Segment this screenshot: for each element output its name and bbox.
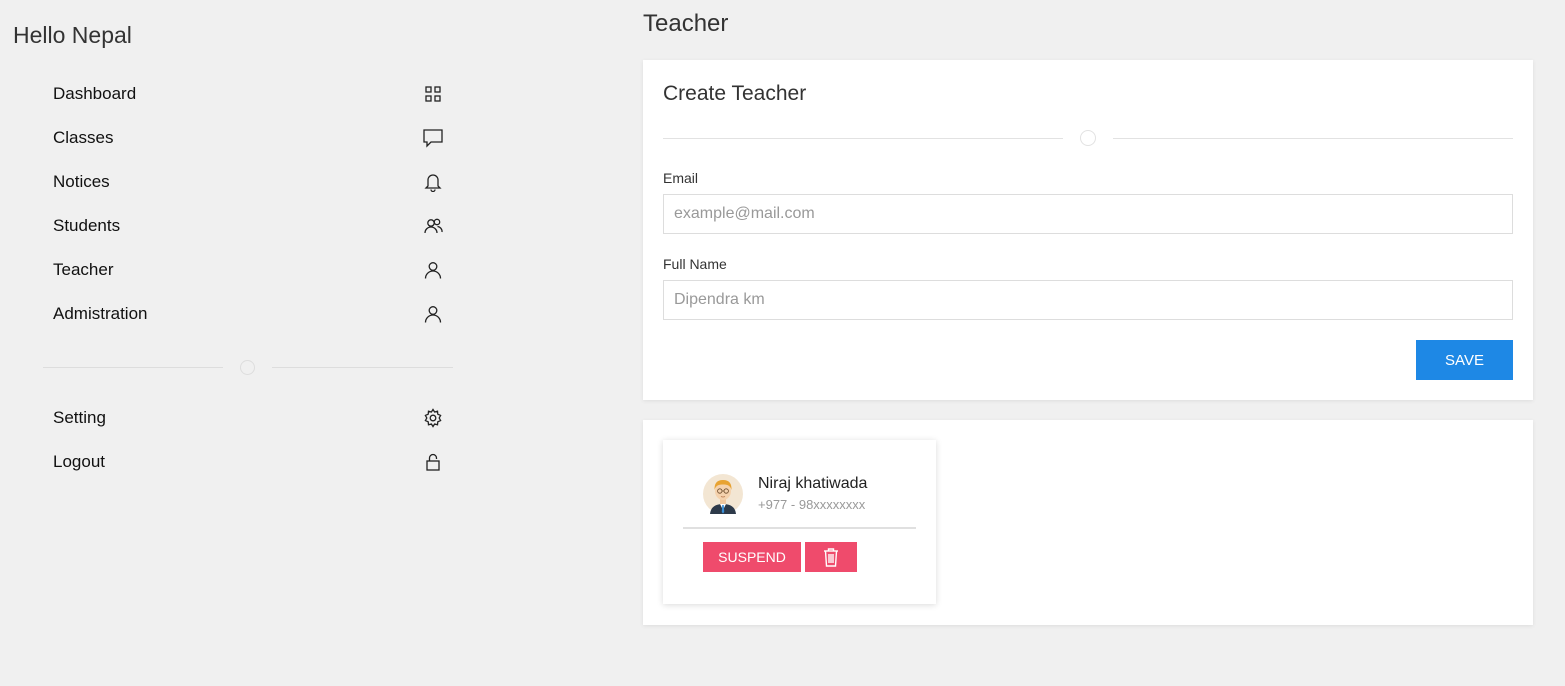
- grid-icon: [423, 84, 443, 104]
- lock-icon: [423, 452, 443, 472]
- divider-line: [663, 138, 1063, 139]
- teacher-phone: +977 - 98xxxxxxxx: [758, 497, 866, 512]
- sidebar-item-notices[interactable]: Notices: [43, 160, 453, 204]
- create-teacher-card: Create Teacher Email Full Name SAVE: [643, 60, 1533, 400]
- gear-icon: [423, 408, 443, 428]
- divider-circle: [1080, 130, 1096, 146]
- card-title: Create Teacher: [663, 82, 807, 105]
- sidebar: Hello Nepal Dashboard Classes Notices St…: [0, 0, 480, 686]
- full-name-field[interactable]: [663, 280, 1513, 320]
- sidebar-item-dashboard[interactable]: Dashboard: [43, 72, 453, 116]
- card-divider: [663, 128, 1513, 148]
- chat-icon: [423, 128, 443, 148]
- suspend-button[interactable]: SUSPEND: [703, 542, 801, 572]
- sidebar-item-logout[interactable]: Logout: [43, 440, 453, 484]
- sidebar-item-label: Setting: [53, 408, 106, 427]
- users-icon: [423, 216, 443, 236]
- divider-circle: [240, 360, 255, 375]
- sidebar-item-label: Notices: [53, 172, 110, 191]
- teacher-name: Niraj khatiwada: [758, 475, 868, 492]
- brand-title: Hello Nepal: [13, 22, 132, 48]
- sidebar-divider: [43, 358, 453, 378]
- sidebar-item-admistration[interactable]: Admistration: [43, 292, 453, 336]
- sidebar-item-label: Dashboard: [53, 84, 137, 103]
- sidebar-item-label: Admistration: [53, 304, 148, 323]
- email-field[interactable]: [663, 194, 1513, 234]
- bell-icon: [423, 172, 443, 192]
- delete-button[interactable]: [805, 542, 857, 572]
- save-button[interactable]: SAVE: [1416, 340, 1513, 380]
- sidebar-item-students[interactable]: Students: [43, 204, 453, 248]
- divider-line: [43, 367, 223, 368]
- teacher-card: Niraj khatiwada +977 - 98xxxxxxxx SUSPEN…: [663, 440, 936, 604]
- user-icon: [423, 304, 443, 324]
- sidebar-item-label: Classes: [53, 128, 114, 147]
- sidebar-item-label: Students: [53, 216, 121, 235]
- card-separator: [683, 527, 916, 529]
- page-title: Teacher: [643, 10, 729, 37]
- sidebar-nav: Dashboard Classes Notices Students Teach…: [43, 72, 453, 336]
- email-label: Email: [663, 170, 699, 186]
- sidebar-bottom-nav: Setting Logout: [43, 396, 453, 484]
- divider-line: [1113, 138, 1513, 139]
- divider-line: [272, 367, 453, 368]
- sidebar-item-setting[interactable]: Setting: [43, 396, 453, 440]
- sidebar-item-classes[interactable]: Classes: [43, 116, 453, 160]
- sidebar-item-teacher[interactable]: Teacher: [43, 248, 453, 292]
- sidebar-item-label: Teacher: [53, 260, 114, 279]
- user-icon: [423, 260, 443, 280]
- trash-icon: [822, 547, 840, 567]
- sidebar-item-label: Logout: [53, 452, 105, 471]
- full-name-label: Full Name: [663, 256, 727, 272]
- teacher-list-card: Niraj khatiwada +977 - 98xxxxxxxx SUSPEN…: [643, 420, 1533, 625]
- avatar: [703, 474, 743, 514]
